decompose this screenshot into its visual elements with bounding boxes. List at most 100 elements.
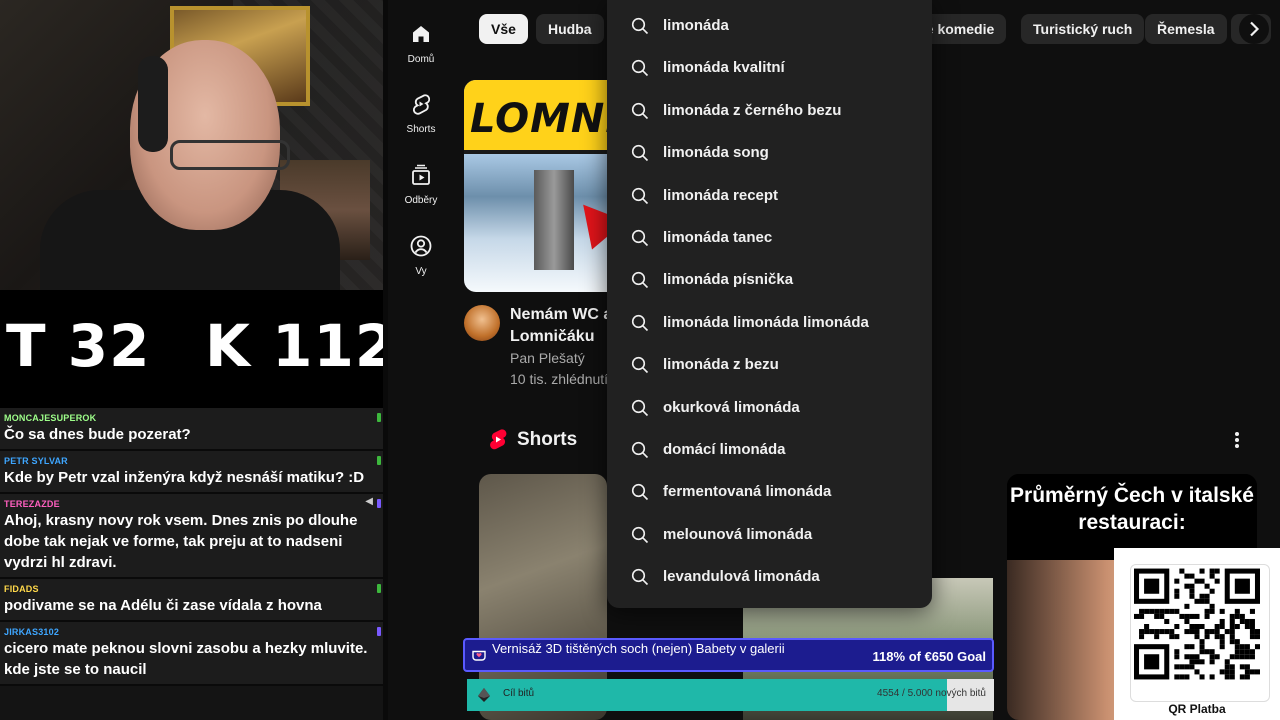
rail-you-label: Vy <box>415 266 427 277</box>
chip-tourism[interactable]: Turistický ruch <box>1021 14 1145 44</box>
shorts-heading: Shorts <box>517 429 578 450</box>
chat-badge <box>377 584 381 593</box>
chat-message: FIDADS podivame se na Adélu či zase vídal… <box>0 579 383 622</box>
search-icon <box>631 187 649 204</box>
rail-shorts-label: Shorts <box>406 124 436 135</box>
chat-username[interactable]: PETR SYLVAR <box>4 455 377 467</box>
chip-music[interactable]: Hudba <box>536 14 604 44</box>
search-suggestion[interactable]: limonáda song <box>607 132 932 174</box>
chips-next-button[interactable] <box>1239 14 1269 44</box>
chat-username[interactable]: JIRKAS3102 <box>4 626 377 638</box>
search-icon <box>631 526 649 543</box>
search-suggestion[interactable]: domácí limonáda <box>607 429 932 471</box>
chat-username[interactable]: MONCAJESUPEROK <box>4 412 377 424</box>
search-suggestion[interactable]: levandulová limonáda <box>607 556 932 598</box>
search-suggestion[interactable]: fermentovaná limonáda <box>607 471 932 513</box>
headset <box>138 56 168 152</box>
search-icon <box>631 60 649 77</box>
bits-goal: Cíl bitů 4554 / 5.000 nových bitů <box>467 679 994 711</box>
bits-progress-fill <box>467 679 947 711</box>
speaker-icon: ◀ <box>365 496 373 507</box>
search-icon <box>631 314 649 331</box>
search-suggestion-text: limonáda recept <box>663 186 779 204</box>
qr-code-image <box>1134 568 1260 680</box>
search-suggestion[interactable]: limonáda <box>607 5 932 47</box>
search-suggestion-text: limonáda kvalitní <box>663 59 785 77</box>
subscriptions-icon <box>412 164 430 185</box>
chat-text: Ahoj, krasny novy rok vsem. Dnes znis po… <box>4 512 358 571</box>
rail-subscriptions[interactable]: Odběry <box>388 163 454 208</box>
search-suggestion[interactable]: okurková limonáda <box>607 387 932 429</box>
search-suggestion-text: limonáda song <box>663 144 769 162</box>
chat-badge <box>377 456 381 465</box>
donation-goal-percent: 118% of €650 Goal <box>872 649 986 664</box>
more-vert-icon <box>1235 432 1239 448</box>
account-circle-icon <box>410 235 432 257</box>
chip-all[interactable]: Vše <box>479 14 528 44</box>
stat-t: T 32 <box>6 312 151 380</box>
chat-username[interactable]: TEREZAZDE <box>4 498 377 510</box>
search-suggestion-text: limonáda z černého bezu <box>663 101 842 119</box>
short-card-3-caption: Průměrný Čech v italské restauraci: <box>1010 484 1254 534</box>
donation-heart-icon <box>472 650 486 661</box>
search-suggestion-text: limonáda písnička <box>663 271 794 289</box>
chat-message: MONCAJESUPEROK Čo sa dnes bude pozerat? <box>0 408 383 451</box>
search-suggestion[interactable]: limonáda kvalitní <box>607 47 932 89</box>
search-suggestion[interactable]: limonáda z černého bezu <box>607 90 932 132</box>
search-icon <box>631 272 649 289</box>
video-title[interactable]: Nemám WC ar Lomničáku <box>510 304 620 348</box>
rail-home[interactable]: Domů <box>388 22 454 67</box>
search-suggestion-text: levandulová limonáda <box>663 568 820 586</box>
search-suggestion-text: fermentovaná limonáda <box>663 483 832 501</box>
channel-avatar[interactable] <box>464 305 500 341</box>
search-icon <box>631 484 649 501</box>
search-icon <box>631 357 649 374</box>
chat-badge <box>377 499 381 508</box>
rail-subscriptions-label: Odběry <box>404 195 438 206</box>
shorts-menu-button[interactable] <box>1226 428 1248 452</box>
screen: T 32 K 112 MONCAJESUPEROK Čo sa dnes bude… <box>0 0 1280 720</box>
search-suggestion-text: okurková limonáda <box>663 398 800 416</box>
rail-you[interactable]: Vy <box>388 234 454 279</box>
chat-text: podivame se na Adélu či zase vídala z ho… <box>4 597 322 614</box>
video-channel[interactable]: Pan Plešatý <box>510 350 585 366</box>
chat-username[interactable]: FIDADS <box>4 583 377 595</box>
guide-rail: Domů Shorts Odběry Vy <box>388 0 454 720</box>
bits-goal-count: 4554 / 5.000 nových bitů <box>877 688 986 699</box>
search-icon <box>631 441 649 458</box>
glasses <box>170 140 290 170</box>
search-suggestion[interactable]: limonáda recept <box>607 175 932 217</box>
search-suggestion[interactable]: limonáda tanec <box>607 217 932 259</box>
qr-label: QR Platba <box>1168 702 1226 716</box>
search-suggestion[interactable]: limonáda limonáda limonáda <box>607 302 932 344</box>
search-suggestion[interactable]: limonáda písnička <box>607 259 932 301</box>
rail-home-label: Domů <box>407 54 435 65</box>
chip-crafts[interactable]: Řemesla <box>1145 14 1227 44</box>
webcam-feed <box>0 0 383 290</box>
search-suggestion-text: domácí limonáda <box>663 440 786 458</box>
search-suggestion[interactable]: limonáda z bezu <box>607 344 932 386</box>
shorts-icon <box>412 94 431 115</box>
home-icon <box>413 26 429 42</box>
video-title-line1: Nemám WC ar <box>510 306 619 323</box>
stat-k: K 112 <box>205 312 397 380</box>
search-icon <box>631 102 649 119</box>
chat-panel: MONCAJESUPEROK Čo sa dnes bude pozerat? PE… <box>0 408 383 720</box>
bits-goal-label: Cíl bitů <box>503 688 535 699</box>
chat-text: cicero mate peknou slovni zasobu a hezky… <box>4 640 368 678</box>
search-suggestion-text: melounová limonáda <box>663 525 813 543</box>
search-icon <box>631 229 649 247</box>
search-suggestions: limonáda limonáda kvalitní limonáda z čern… <box>607 0 932 608</box>
chat-message: JIRKAS3102 cicero mate peknou slovni zaso… <box>0 622 383 686</box>
search-icon <box>631 399 649 416</box>
search-suggestion-text: limonáda tanec <box>663 228 773 246</box>
search-suggestion[interactable]: melounová limonáda <box>607 514 932 556</box>
search-suggestion-text: limonáda <box>663 17 729 34</box>
chat-message: TEREZAZDE Ahoj, krasny novy rok vsem. Dne… <box>0 494 383 579</box>
bits-gem-icon <box>478 688 490 702</box>
search-suggestion-text: limonáda limonáda limonáda <box>663 313 869 331</box>
rail-shorts[interactable]: Shorts <box>388 92 454 137</box>
donation-goal: Vernisáž 3D tištěných soch (nejen) Babet… <box>463 638 994 672</box>
search-icon <box>631 145 649 162</box>
search-suggestion-text: limonáda z bezu <box>663 356 779 374</box>
